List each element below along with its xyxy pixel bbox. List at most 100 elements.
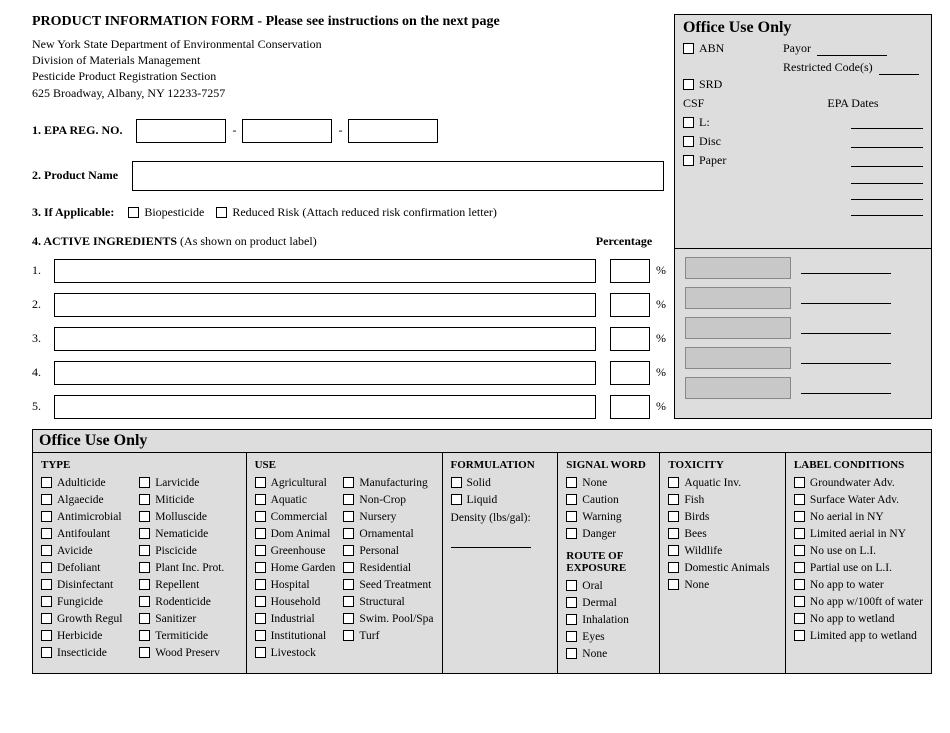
srd-checkbox[interactable]: SRD xyxy=(683,77,722,92)
epa-reg-part3[interactable] xyxy=(348,119,438,143)
use-checkbox[interactable]: Household xyxy=(255,596,344,608)
ingredient-pct-input[interactable] xyxy=(610,327,650,351)
route-checkbox[interactable]: Inhalation xyxy=(566,614,651,626)
office-line[interactable] xyxy=(801,382,891,394)
toxicity-checkbox[interactable]: Birds xyxy=(668,511,777,523)
use-checkbox[interactable]: Swim. Pool/Spa xyxy=(343,613,433,625)
ingredient-name-input[interactable] xyxy=(54,327,596,351)
ingredient-pct-input[interactable] xyxy=(610,293,650,317)
use-checkbox[interactable]: Livestock xyxy=(255,647,344,659)
restricted-codes-field[interactable] xyxy=(879,61,919,75)
label-cond-checkbox[interactable]: Limited app to wetland xyxy=(794,630,923,642)
office-line[interactable] xyxy=(801,262,891,274)
signal-checkbox[interactable]: None xyxy=(566,477,651,489)
office-line[interactable] xyxy=(801,322,891,334)
type-checkbox[interactable]: Insecticide xyxy=(41,647,139,659)
signal-checkbox[interactable]: Warning xyxy=(566,511,651,523)
office-grey-box[interactable] xyxy=(685,317,791,339)
epa-date-line[interactable] xyxy=(851,204,923,216)
type-checkbox[interactable]: Miticide xyxy=(139,494,237,506)
epa-date-line[interactable] xyxy=(851,155,923,167)
use-checkbox[interactable]: Non-Crop xyxy=(343,494,433,506)
label-cond-checkbox[interactable]: Groundwater Adv. xyxy=(794,477,923,489)
use-checkbox[interactable]: Agricultural xyxy=(255,477,344,489)
ingredient-pct-input[interactable] xyxy=(610,259,650,283)
use-checkbox[interactable]: Ornamental xyxy=(343,528,433,540)
signal-checkbox[interactable]: Danger xyxy=(566,528,651,540)
abn-checkbox[interactable]: ABN xyxy=(683,41,724,56)
use-checkbox[interactable]: Home Garden xyxy=(255,562,344,574)
label-cond-checkbox[interactable]: No aerial in NY xyxy=(794,511,923,523)
type-checkbox[interactable]: Larvicide xyxy=(139,477,237,489)
type-checkbox[interactable]: Wood Preserv xyxy=(139,647,237,659)
label-cond-checkbox[interactable]: No app w/100ft of water xyxy=(794,596,923,608)
formulation-checkbox[interactable]: Liquid xyxy=(451,494,550,506)
type-checkbox[interactable]: Antifoulant xyxy=(41,528,139,540)
ingredient-name-input[interactable] xyxy=(54,395,596,419)
type-checkbox[interactable]: Disinfectant xyxy=(41,579,139,591)
toxicity-checkbox[interactable]: Bees xyxy=(668,528,777,540)
office-grey-box[interactable] xyxy=(685,377,791,399)
label-cond-checkbox[interactable]: No use on L.I. xyxy=(794,545,923,557)
use-checkbox[interactable]: Dom Animal xyxy=(255,528,344,540)
biopesticide-checkbox[interactable]: Biopesticide xyxy=(128,205,204,220)
use-checkbox[interactable]: Structural xyxy=(343,596,433,608)
type-checkbox[interactable]: Growth Regul xyxy=(41,613,139,625)
office-grey-box[interactable] xyxy=(685,287,791,309)
toxicity-checkbox[interactable]: None xyxy=(668,579,777,591)
office-line[interactable] xyxy=(801,352,891,364)
product-name-input[interactable] xyxy=(132,161,664,191)
route-checkbox[interactable]: Oral xyxy=(566,580,651,592)
type-checkbox[interactable]: Herbicide xyxy=(41,630,139,642)
epa-reg-part2[interactable] xyxy=(242,119,332,143)
label-cond-checkbox[interactable]: No app to wetland xyxy=(794,613,923,625)
type-checkbox[interactable]: Molluscide xyxy=(139,511,237,523)
use-checkbox[interactable]: Seed Treatment xyxy=(343,579,433,591)
type-checkbox[interactable]: Fungicide xyxy=(41,596,139,608)
use-checkbox[interactable]: Greenhouse xyxy=(255,545,344,557)
use-checkbox[interactable]: Industrial xyxy=(255,613,344,625)
office-grey-box[interactable] xyxy=(685,347,791,369)
toxicity-checkbox[interactable]: Domestic Animals xyxy=(668,562,777,574)
payor-field[interactable] xyxy=(817,42,887,56)
use-checkbox[interactable]: Commercial xyxy=(255,511,344,523)
ingredient-name-input[interactable] xyxy=(54,293,596,317)
epa-date-line[interactable] xyxy=(851,172,923,184)
type-checkbox[interactable]: Defoliant xyxy=(41,562,139,574)
route-checkbox[interactable]: None xyxy=(566,648,651,660)
epa-date-line[interactable] xyxy=(851,117,923,129)
type-checkbox[interactable]: Sanitizer xyxy=(139,613,237,625)
type-checkbox[interactable]: Plant Inc. Prot. xyxy=(139,562,237,574)
use-checkbox[interactable]: Institutional xyxy=(255,630,344,642)
ingredient-name-input[interactable] xyxy=(54,259,596,283)
label-cond-checkbox[interactable]: Limited aerial in NY xyxy=(794,528,923,540)
type-checkbox[interactable]: Adulticide xyxy=(41,477,139,489)
use-checkbox[interactable]: Personal xyxy=(343,545,433,557)
ingredient-pct-input[interactable] xyxy=(610,361,650,385)
type-checkbox[interactable]: Antimicrobial xyxy=(41,511,139,523)
type-checkbox[interactable]: Avicide xyxy=(41,545,139,557)
use-checkbox[interactable]: Turf xyxy=(343,630,433,642)
route-checkbox[interactable]: Eyes xyxy=(566,631,651,643)
type-checkbox[interactable]: Repellent xyxy=(139,579,237,591)
epa-date-line[interactable] xyxy=(851,188,923,200)
toxicity-checkbox[interactable]: Fish xyxy=(668,494,777,506)
label-cond-checkbox[interactable]: Partial use on L.I. xyxy=(794,562,923,574)
density-field[interactable] xyxy=(451,534,531,548)
office-grey-box[interactable] xyxy=(685,257,791,279)
label-cond-checkbox[interactable]: Surface Water Adv. xyxy=(794,494,923,506)
reduced-risk-checkbox[interactable]: Reduced Risk (Attach reduced risk confir… xyxy=(216,205,497,220)
use-checkbox[interactable]: Residential xyxy=(343,562,433,574)
type-checkbox[interactable]: Termiticide xyxy=(139,630,237,642)
use-checkbox[interactable]: Aquatic xyxy=(255,494,344,506)
signal-checkbox[interactable]: Caution xyxy=(566,494,651,506)
use-checkbox[interactable]: Manufacturing xyxy=(343,477,433,489)
use-checkbox[interactable]: Hospital xyxy=(255,579,344,591)
toxicity-checkbox[interactable]: Wildlife xyxy=(668,545,777,557)
disc-checkbox[interactable]: Disc xyxy=(683,134,721,149)
use-checkbox[interactable]: Nursery xyxy=(343,511,433,523)
paper-checkbox[interactable]: Paper xyxy=(683,153,726,168)
type-checkbox[interactable]: Algaecide xyxy=(41,494,139,506)
label-cond-checkbox[interactable]: No app to water xyxy=(794,579,923,591)
formulation-checkbox[interactable]: Solid xyxy=(451,477,550,489)
